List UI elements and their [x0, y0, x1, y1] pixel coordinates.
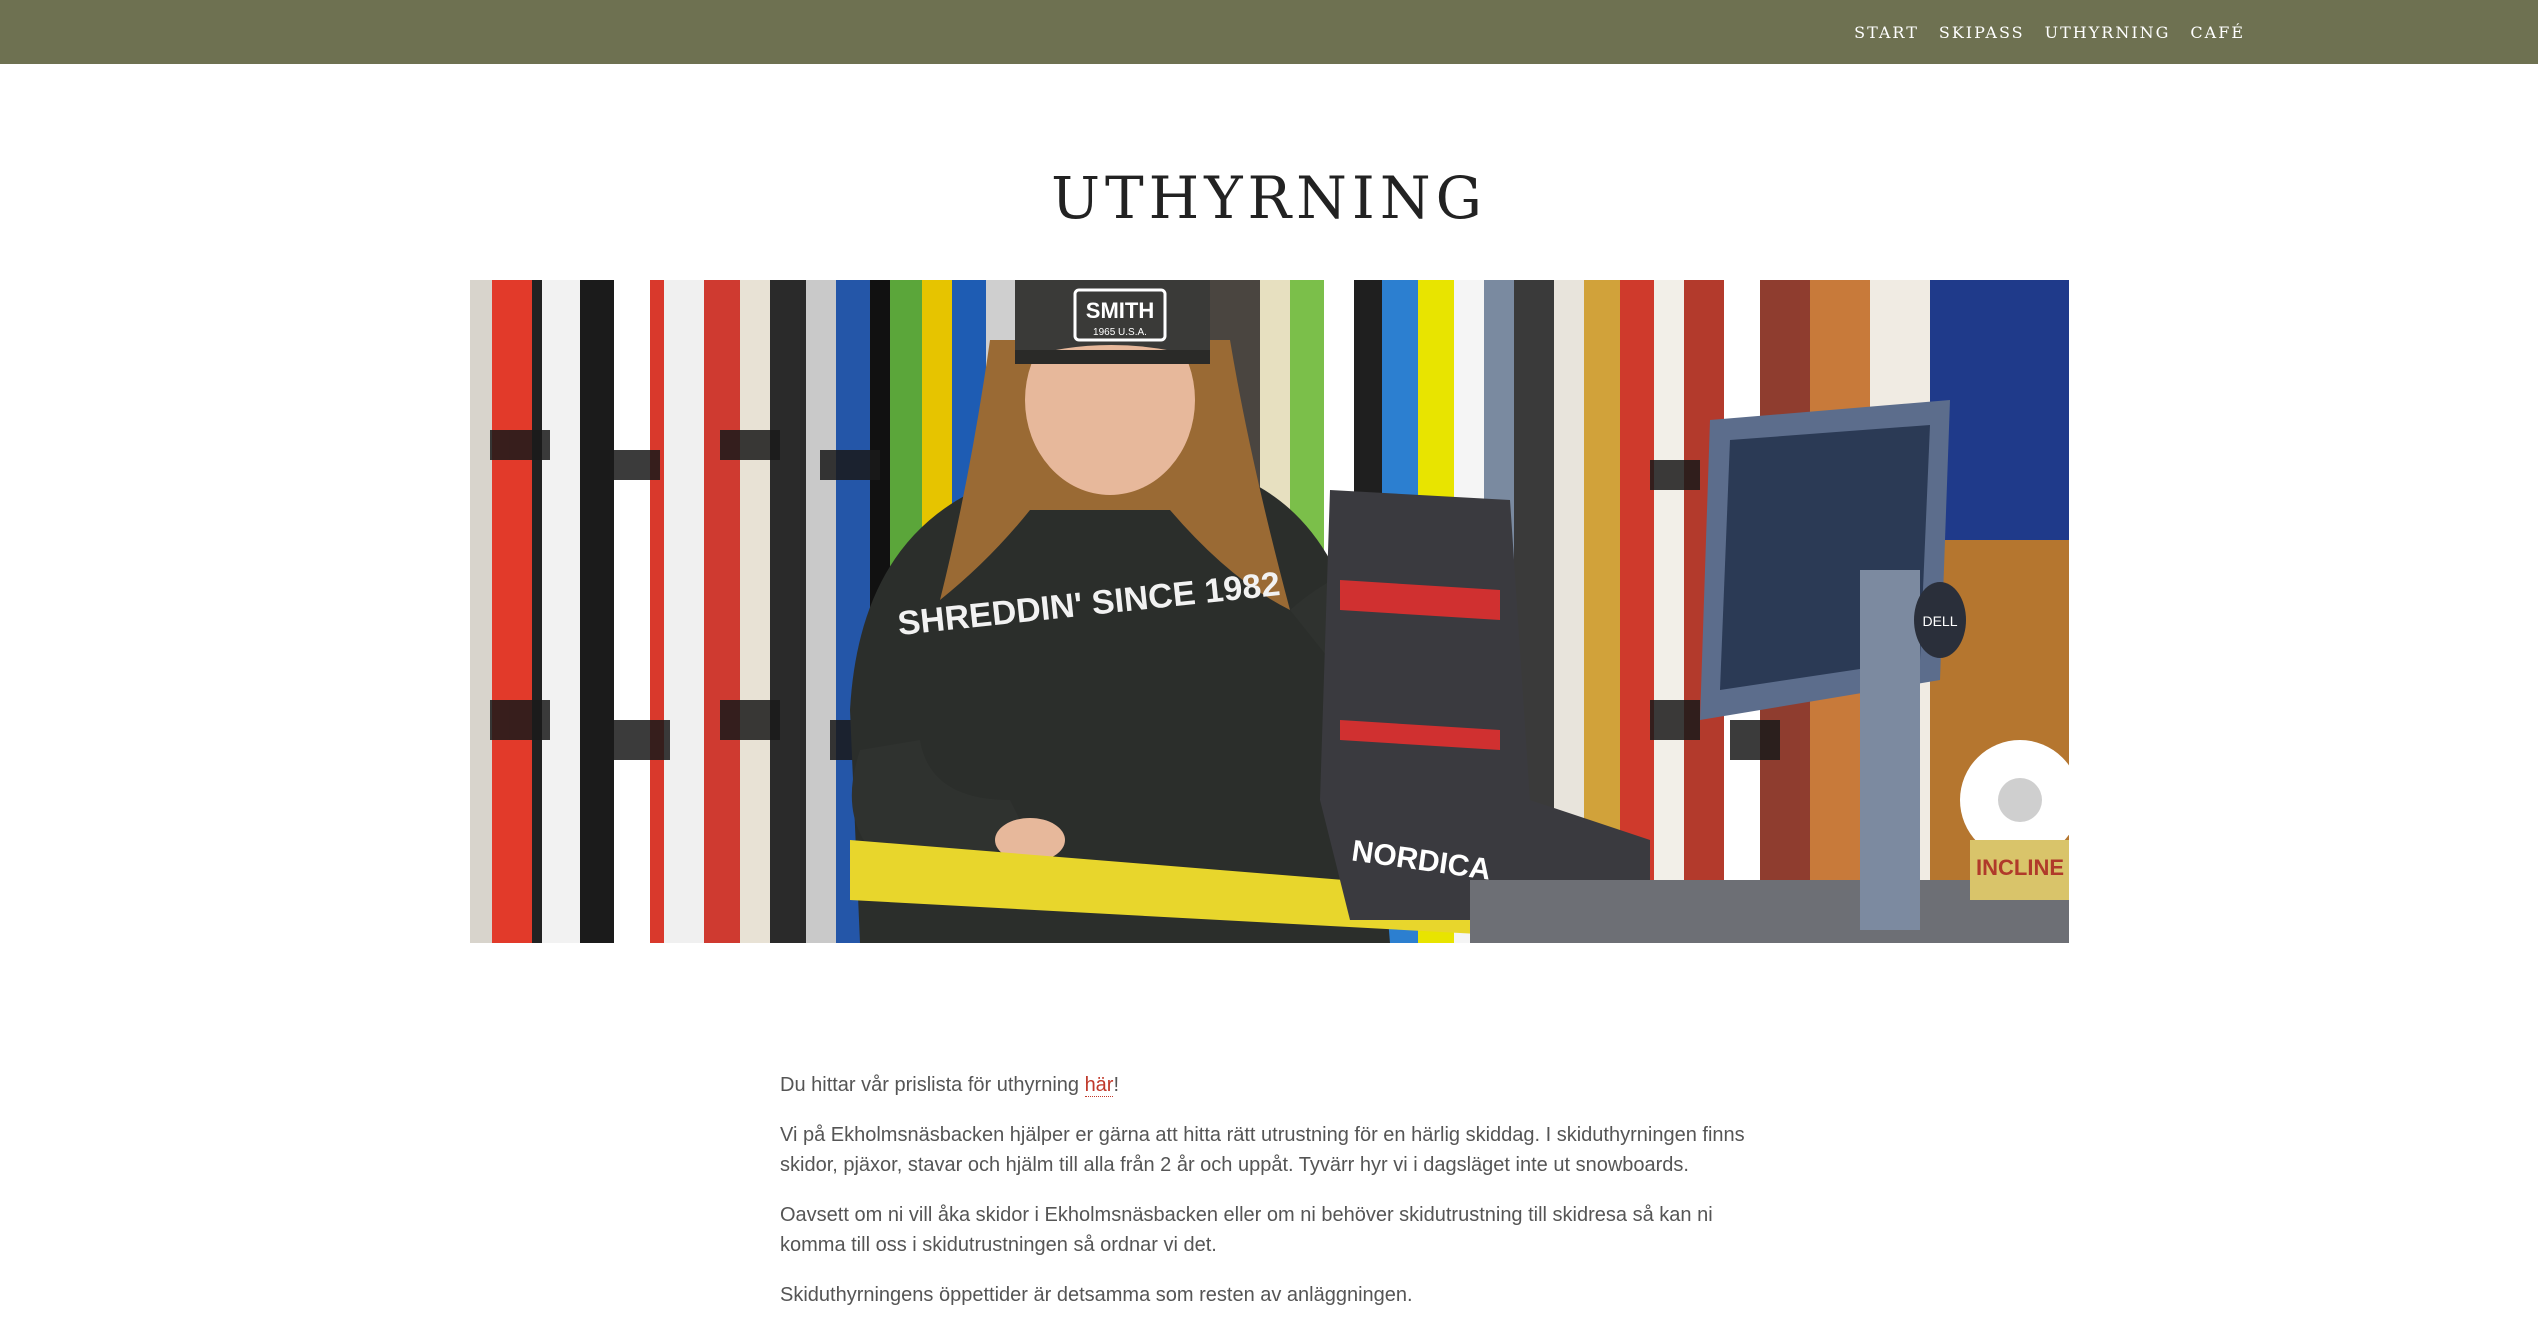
pricelist-text-end: ! — [1113, 1074, 1120, 1096]
pricelist-link[interactable]: här — [1084, 1074, 1114, 1097]
page-content: Du hittar vår prislista för uthyrning hä… — [780, 1070, 1760, 1330]
nav-cafe-link[interactable]: CAFÉ — [2190, 23, 2245, 42]
monitor-brand-text: DELL — [1922, 613, 1957, 629]
cap-logo-subtext: 1965 U.S.A. — [1093, 327, 1147, 338]
page-title: UTHYRNING — [1051, 164, 1487, 232]
pricelist-paragraph: Du hittar vår prislista för uthyrning hä… — [780, 1070, 1760, 1100]
main-nav: START SKIPASS UTHYRNING CAFÉ — [1854, 0, 2245, 64]
ski-shop-illustration: SMITH 1965 U.S.A. SHREDDIN' SINCE 1982 N… — [470, 280, 2069, 943]
hero-image: SMITH 1965 U.S.A. SHREDDIN' SINCE 1982 N… — [470, 280, 2069, 943]
nav-start-link[interactable]: START — [1854, 23, 1919, 42]
nav-skipass-link[interactable]: SKIPASS — [1939, 23, 2025, 42]
equipment-paragraph: Oavsett om ni vill åka skidor i Ekholmsn… — [780, 1204, 1713, 1256]
opening-hours-paragraph: Skiduthyrningens öppettider är detsamma … — [780, 1284, 1413, 1306]
pricelist-text: Du hittar vår prislista för uthyrning — [780, 1074, 1085, 1096]
nav-uthyrning-link[interactable]: UTHYRNING — [2045, 23, 2171, 42]
intro-paragraph: Vi på Ekholmsnäsbacken hjälper er gärna … — [780, 1124, 1745, 1176]
cap-logo-text: SMITH — [1086, 298, 1154, 323]
sticker-text: INCLINE — [1976, 855, 2064, 880]
top-navbar: START SKIPASS UTHYRNING CAFÉ — [0, 0, 2538, 64]
